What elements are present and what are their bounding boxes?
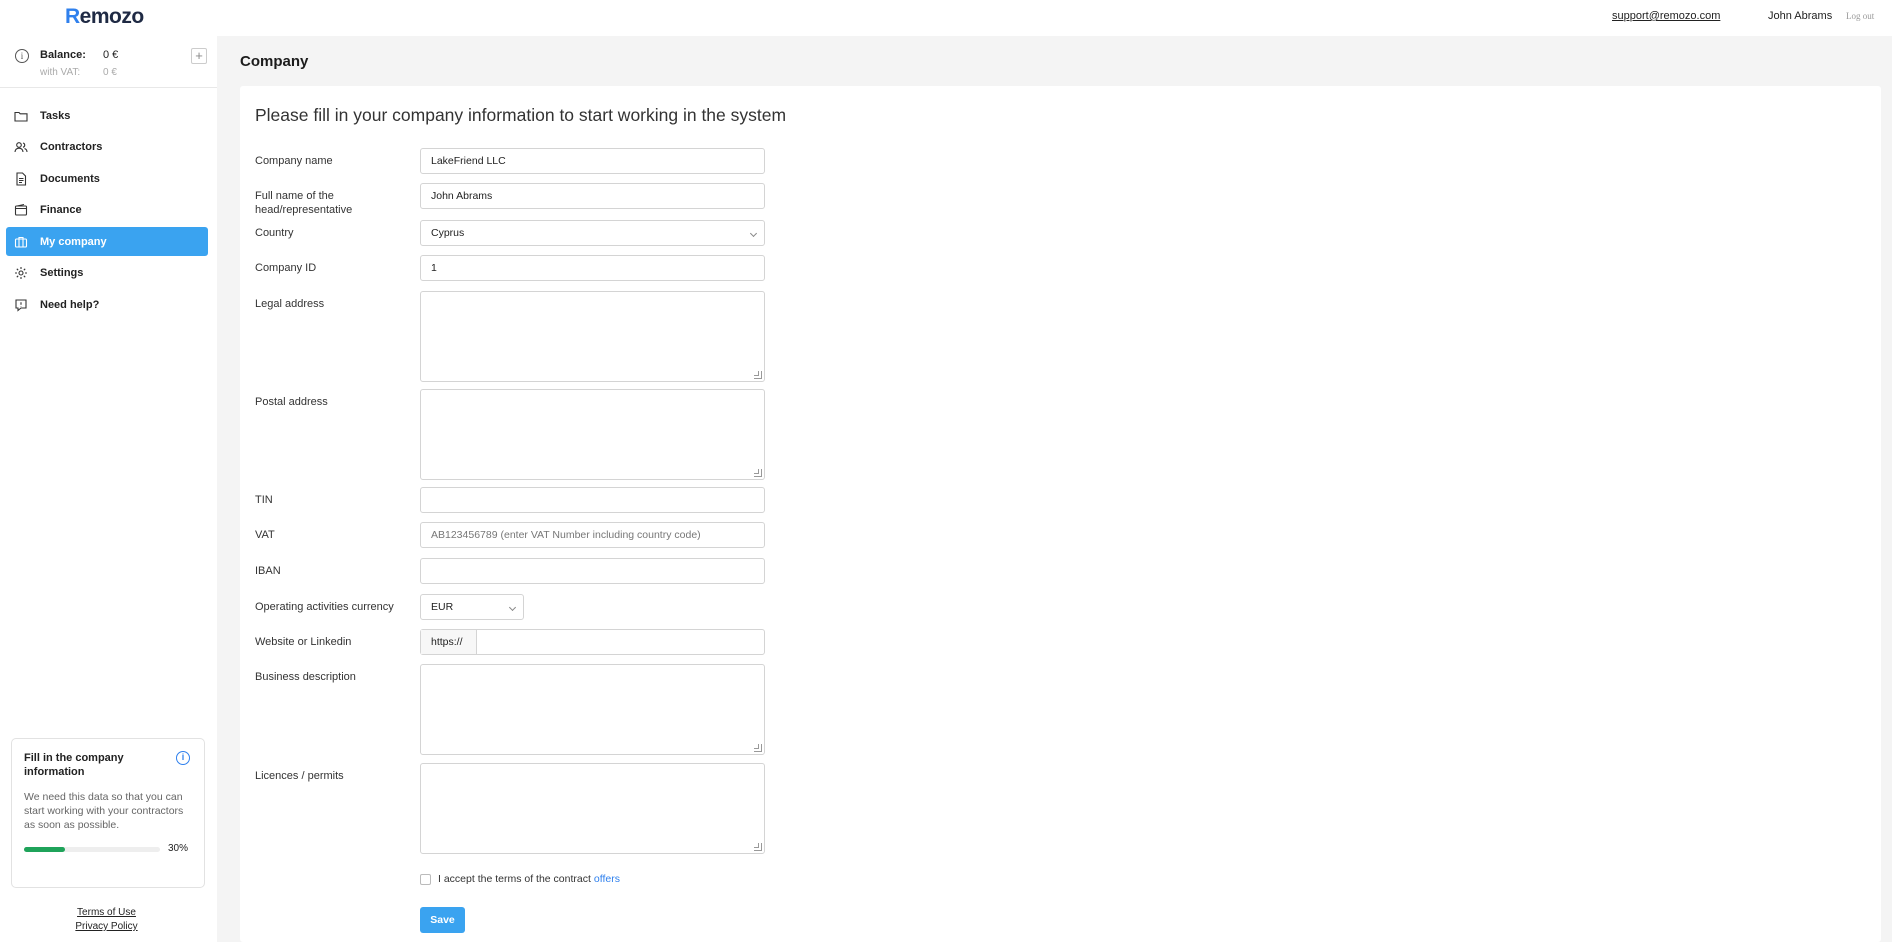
iban-label: IBAN — [255, 565, 281, 577]
users-icon — [14, 140, 28, 154]
country-label: Country — [255, 227, 294, 239]
page-title: Company — [240, 53, 309, 70]
balance-panel: i Balance: 0 € with VAT: 0 € + — [0, 36, 217, 88]
sidebar-item-label: Documents — [40, 172, 100, 185]
top-bar: Remozo support@remozo.com John Abrams Lo… — [0, 0, 1892, 36]
accept-terms-checkbox[interactable] — [420, 873, 431, 885]
website-label: Website or Linkedin — [255, 636, 352, 648]
sidebar-item-tasks[interactable]: Tasks — [6, 101, 208, 130]
card-description: We need this data so that you can start … — [24, 791, 184, 831]
terms-link[interactable]: Terms of Use — [0, 906, 213, 920]
currency-select[interactable]: EUR — [420, 594, 524, 620]
save-button[interactable]: Save — [420, 907, 465, 933]
vat-label: with VAT: — [40, 67, 81, 78]
briefcase-icon — [14, 235, 28, 249]
add-balance-button[interactable]: + — [191, 48, 207, 64]
url-prefix: https:// — [421, 630, 477, 654]
tin-input[interactable] — [420, 487, 765, 513]
company-name-input[interactable]: LakeFriend LLC — [420, 148, 765, 174]
sidebar-item-documents[interactable]: Documents — [6, 164, 208, 193]
resize-handle-icon[interactable] — [754, 371, 762, 379]
form-heading: Please fill in your company information … — [255, 105, 787, 125]
currency-label: Operating activities currency — [255, 601, 394, 613]
folder-icon — [14, 109, 28, 123]
sidebar-item-label: Need help? — [40, 299, 100, 312]
website-input[interactable] — [477, 630, 764, 654]
progress-label: 30% — [168, 843, 189, 854]
logout-link[interactable]: Log out — [1846, 11, 1874, 21]
logo-rest: emozo — [79, 5, 145, 28]
company-name-value: LakeFriend LLC — [431, 155, 506, 167]
resize-handle-icon[interactable] — [754, 744, 762, 752]
country-value: Cyprus — [431, 227, 465, 239]
sidebar-item-finance[interactable]: Finance — [6, 196, 208, 225]
info-icon[interactable]: i — [176, 751, 190, 765]
postal-address-label: Postal address — [255, 396, 328, 408]
sidebar-item-label: Finance — [40, 204, 82, 217]
sidebar-item-label: Tasks — [40, 109, 71, 122]
help-chat-icon — [14, 298, 28, 312]
info-icon[interactable]: i — [15, 49, 29, 63]
iban-input[interactable] — [420, 558, 765, 584]
sidebar-item-label: Contractors — [40, 141, 103, 154]
website-input-group: https:// — [420, 629, 765, 655]
sidebar-item-settings[interactable]: Settings — [6, 259, 208, 288]
sidebar-item-need-help[interactable]: Need help? — [6, 291, 208, 320]
head-name-label: Full name of the head/representative — [255, 190, 353, 216]
progress-fill — [24, 847, 65, 852]
sidebar-nav: Tasks Contractors Documents Finance My c… — [6, 101, 208, 322]
wallet-icon — [14, 203, 28, 217]
business-description-textarea[interactable] — [420, 664, 765, 755]
chevron-down-icon — [508, 603, 517, 612]
vat-placeholder: AB123456789 (enter VAT Number including … — [431, 529, 701, 541]
card-title: Fill in the company information — [24, 752, 124, 778]
balance-value: 0 € — [103, 49, 119, 61]
tin-label: TIN — [255, 494, 273, 506]
balance-label: Balance: — [40, 49, 86, 61]
legal-links: Terms of Use Privacy Policy — [0, 906, 213, 934]
vat-label: VAT — [255, 529, 275, 541]
resize-handle-icon[interactable] — [754, 469, 762, 477]
user-name[interactable]: John Abrams — [1768, 10, 1832, 22]
company-id-value: 1 — [431, 262, 437, 274]
legal-address-label: Legal address — [255, 298, 325, 310]
licences-textarea[interactable] — [420, 763, 765, 854]
sidebar: i Balance: 0 € with VAT: 0 € + Tasks Con… — [0, 36, 217, 942]
company-id-input[interactable]: 1 — [420, 255, 765, 281]
vat-value: 0 € — [103, 67, 117, 78]
progress-bar — [24, 847, 160, 852]
business-description-label: Business description — [255, 671, 356, 683]
company-info-card: Fill in the company information i We nee… — [11, 738, 205, 888]
sidebar-item-my-company[interactable]: My company — [6, 227, 208, 257]
resize-handle-icon[interactable] — [754, 843, 762, 851]
vat-input[interactable]: AB123456789 (enter VAT Number including … — [420, 522, 765, 548]
company-id-label: Company ID — [255, 262, 317, 274]
country-select[interactable]: Cyprus — [420, 220, 765, 246]
licences-label: Licences / permits — [255, 770, 344, 782]
legal-address-textarea[interactable] — [420, 291, 765, 382]
accept-terms-text: I accept the terms of the contract — [438, 873, 591, 885]
head-name-input[interactable]: John Abrams — [420, 183, 765, 209]
sidebar-item-contractors[interactable]: Contractors — [6, 133, 208, 162]
postal-address-textarea[interactable] — [420, 389, 765, 480]
accept-terms-row: I accept the terms of the contract offer… — [420, 873, 620, 885]
logo[interactable]: Remozo — [65, 5, 144, 29]
document-icon — [14, 172, 28, 186]
company-name-label: Company name — [255, 155, 333, 167]
chevron-down-icon — [749, 229, 758, 238]
gear-icon — [14, 266, 28, 280]
logo-r-letter: R — [65, 5, 80, 28]
sidebar-item-label: Settings — [40, 267, 84, 280]
sidebar-item-label: My company — [40, 235, 107, 248]
support-email-link[interactable]: support@remozo.com — [1612, 10, 1720, 22]
privacy-link[interactable]: Privacy Policy — [0, 920, 213, 934]
currency-value: EUR — [431, 601, 454, 613]
offers-link[interactable]: offers — [594, 873, 620, 885]
head-name-value: John Abrams — [431, 190, 493, 202]
